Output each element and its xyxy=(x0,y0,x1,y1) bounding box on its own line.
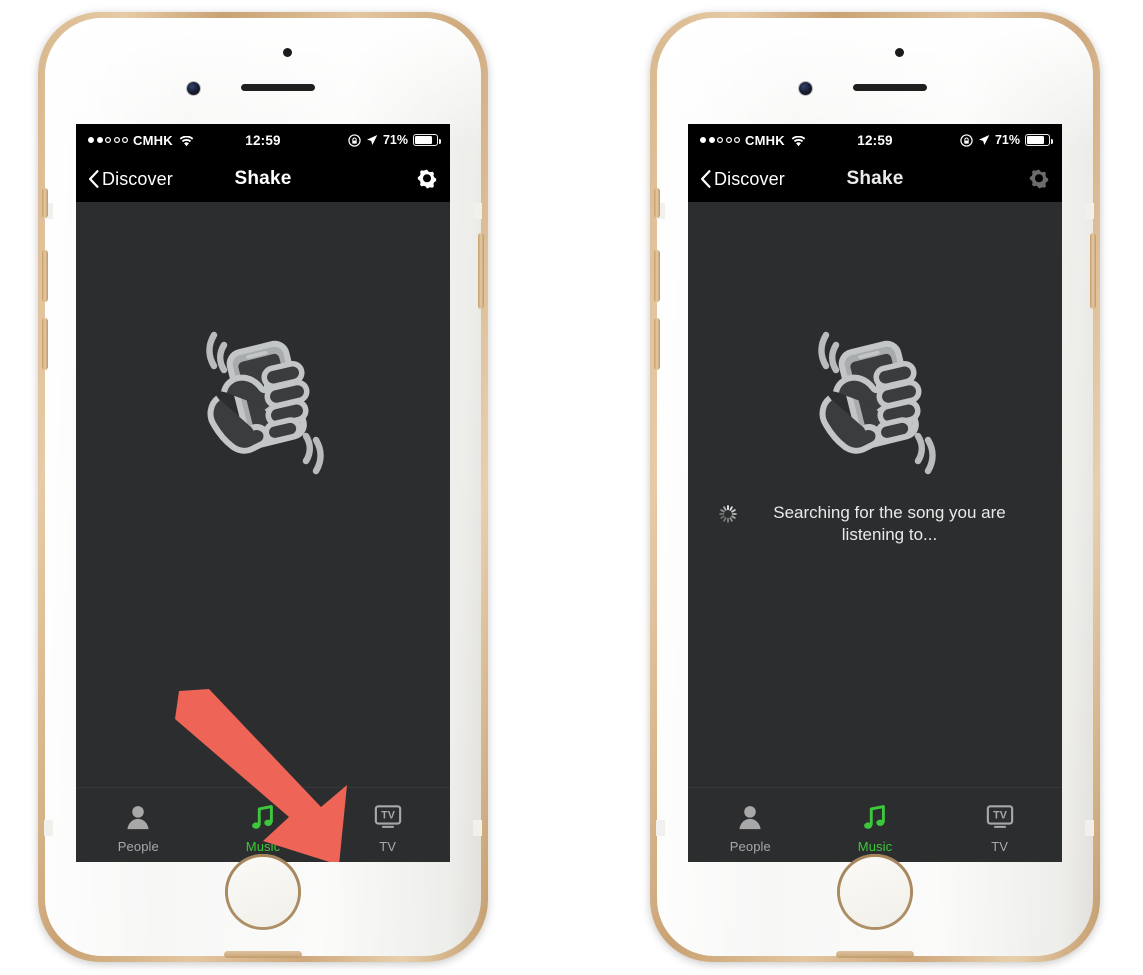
bottom-antenna-band xyxy=(224,951,302,958)
navigation-bar: Discover Shake xyxy=(688,156,1062,202)
chevron-left-icon xyxy=(700,170,711,188)
wifi-icon xyxy=(791,135,806,146)
back-button-label: Discover xyxy=(714,168,785,189)
tab-music[interactable]: Music xyxy=(201,796,326,854)
carrier-label: CMHK xyxy=(745,132,785,148)
svg-text:TV: TV xyxy=(381,810,396,822)
person-icon xyxy=(124,800,152,834)
battery-percent-label: 71% xyxy=(382,133,408,147)
screenshot-stage: CMHK 12:59 71% Discover Shake People Mus… xyxy=(0,0,1143,975)
antenna-band xyxy=(44,820,53,836)
signal-strength-icon xyxy=(700,137,740,143)
carrier-label: CMHK xyxy=(133,132,173,148)
tab-people[interactable]: People xyxy=(76,796,201,854)
antenna-band xyxy=(473,203,482,219)
status-bar: CMHK 12:59 71% xyxy=(688,124,1062,156)
music-note-icon xyxy=(861,800,889,834)
back-button-label: Discover xyxy=(102,168,173,189)
tab-people-label: People xyxy=(729,839,771,854)
mute-switch[interactable] xyxy=(42,188,48,218)
shake-hand-phone-icon xyxy=(188,326,338,476)
location-arrow-icon xyxy=(366,134,378,146)
earpiece-speaker xyxy=(241,84,315,91)
tab-tv[interactable]: TV TV xyxy=(937,796,1062,854)
navigation-bar: Discover Shake xyxy=(76,156,450,202)
power-button[interactable] xyxy=(478,233,484,309)
home-button[interactable] xyxy=(225,854,301,930)
shake-illustration xyxy=(688,326,1062,476)
mute-switch[interactable] xyxy=(654,188,660,218)
device-face: CMHK 12:59 xyxy=(42,18,484,958)
front-camera-icon xyxy=(187,82,200,95)
iphone-mockup-left: CMHK 12:59 71% Discover Shake People Mus… xyxy=(38,12,488,962)
proximity-sensor-icon xyxy=(283,48,292,57)
music-note-icon xyxy=(249,800,277,834)
svg-text:TV: TV xyxy=(993,810,1008,822)
home-button[interactable] xyxy=(837,854,913,930)
status-bar-right: 71% xyxy=(960,133,1053,147)
proximity-sensor-icon xyxy=(895,48,904,57)
front-camera-icon xyxy=(799,82,812,95)
shake-hand-phone-icon xyxy=(800,326,950,476)
power-button[interactable] xyxy=(1090,233,1096,309)
tv-icon: TV xyxy=(985,800,1015,834)
bottom-antenna-band xyxy=(836,951,914,958)
wifi-icon xyxy=(179,135,194,146)
phone-screen-left: CMHK 12:59 71% Discover Shake People Mus… xyxy=(76,124,450,862)
antenna-band xyxy=(1085,820,1094,836)
antenna-band xyxy=(656,820,665,836)
volume-down-button[interactable] xyxy=(42,318,48,370)
screen-content: Searching for the song you are listening… xyxy=(688,202,1062,788)
status-bar: CMHK 12:59 71% xyxy=(76,124,450,156)
battery-icon xyxy=(1025,134,1053,146)
gear-icon[interactable] xyxy=(1028,168,1050,190)
location-arrow-icon xyxy=(978,134,990,146)
volume-down-button[interactable] xyxy=(654,318,660,370)
status-bar-left: CMHK xyxy=(700,133,806,148)
status-bar-right: 71% xyxy=(348,133,441,147)
earpiece-speaker xyxy=(853,84,927,91)
battery-icon xyxy=(413,134,441,146)
tab-people-label: People xyxy=(117,839,159,854)
tab-tv-label: TV xyxy=(379,839,397,854)
signal-strength-icon xyxy=(88,137,128,143)
status-bar-left: CMHK xyxy=(88,133,194,148)
tv-icon: TV xyxy=(373,800,403,834)
phone-screen-right: CMHK 12:59 71% Discover Shake Searching … xyxy=(688,124,1062,862)
gear-icon[interactable] xyxy=(416,168,438,190)
antenna-band xyxy=(1085,203,1094,219)
back-button[interactable]: Discover xyxy=(88,169,173,190)
searching-text: Searching for the song you are listening… xyxy=(773,503,1006,545)
person-icon xyxy=(736,800,764,834)
loading-spinner-icon xyxy=(718,504,738,524)
searching-status: Searching for the song you are listening… xyxy=(688,502,1062,547)
tab-bar: People Music TV TV xyxy=(688,787,1062,862)
tab-music-label: Music xyxy=(857,839,893,854)
device-face: CMHK 12:59 xyxy=(654,18,1096,958)
battery-percent-label: 71% xyxy=(994,133,1020,147)
back-button[interactable]: Discover xyxy=(700,169,785,190)
iphone-mockup-right: CMHK 12:59 71% Discover Shake Searching … xyxy=(650,12,1100,962)
tab-bar: People Music TV TV xyxy=(76,787,450,862)
tab-people[interactable]: People xyxy=(688,796,813,854)
chevron-left-icon xyxy=(88,170,99,188)
tab-music[interactable]: Music xyxy=(813,796,938,854)
tab-tv[interactable]: TV TV xyxy=(325,796,450,854)
tab-music-label: Music xyxy=(245,839,281,854)
rotation-lock-icon xyxy=(348,133,361,147)
volume-up-button[interactable] xyxy=(654,250,660,302)
rotation-lock-icon xyxy=(960,133,973,147)
screen-content xyxy=(76,202,450,788)
shake-illustration xyxy=(76,326,450,476)
antenna-band xyxy=(473,820,482,836)
volume-up-button[interactable] xyxy=(42,250,48,302)
tab-tv-label: TV xyxy=(991,839,1009,854)
